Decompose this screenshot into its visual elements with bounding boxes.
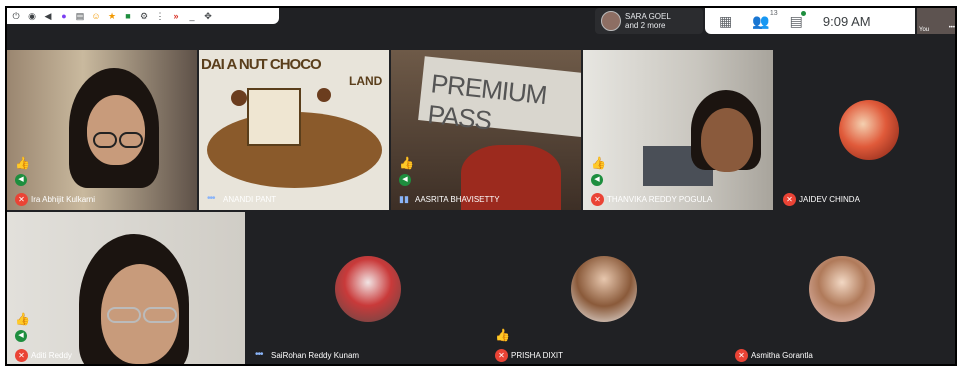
participant-face bbox=[701, 108, 753, 172]
avatar bbox=[809, 256, 875, 322]
volume-icon[interactable]: ◀ bbox=[43, 11, 53, 21]
drawing-subtitle: LAND bbox=[349, 74, 383, 88]
participant-name: SaiRohan Reddy Kunam bbox=[271, 351, 360, 360]
presenter-name: SARA GOEL bbox=[625, 12, 671, 21]
notes-icon[interactable]: ▤ bbox=[75, 11, 85, 21]
chat-icon[interactable]: ■ bbox=[123, 11, 133, 21]
flag-icon[interactable]: ★ bbox=[107, 11, 117, 21]
presenter-avatar bbox=[601, 11, 621, 31]
thumbs-up-icon: 👍 bbox=[495, 328, 510, 342]
participant-tile[interactable]: ••• SaiRohan Reddy Kunam bbox=[247, 212, 485, 364]
people-count: 13 bbox=[769, 9, 778, 17]
mic-off-icon: ✕ bbox=[783, 193, 796, 206]
participant-name: Aditi Reddy bbox=[31, 351, 72, 360]
participant-name: THANVIKA REDDY POGULA bbox=[607, 195, 713, 204]
presenter-more: and 2 more bbox=[625, 21, 666, 30]
mic-off-icon: ✕ bbox=[735, 349, 748, 362]
self-label: You bbox=[919, 27, 930, 33]
extension-icon[interactable]: ● bbox=[59, 11, 69, 21]
avatar bbox=[335, 256, 401, 322]
thumbs-up-icon: 👍 bbox=[15, 312, 30, 326]
move-icon[interactable]: ✥ bbox=[203, 11, 213, 21]
volume-icon: ◀ bbox=[399, 174, 411, 186]
grid-layout-icon[interactable]: ▦ bbox=[719, 13, 732, 30]
drawing-title: DAI A NUT CHOCO bbox=[201, 56, 322, 73]
meet-window: ⏻ ◉ ◀ ● ▤ ☺ ★ ■ ⚙ ⋮ » _ ✥ SARA GOEL and … bbox=[5, 6, 957, 366]
presenting-chip[interactable]: SARA GOEL and 2 more bbox=[595, 8, 703, 34]
chat-notification-dot bbox=[800, 10, 806, 16]
audio-level-icon: ▮▮ bbox=[399, 194, 409, 204]
thumbs-up-icon: 👍 bbox=[399, 156, 414, 170]
participant-name: Ira Abhijit Kulkarni bbox=[31, 195, 96, 204]
participant-name: ANANDI PANT bbox=[223, 195, 277, 204]
mic-off-icon: ✕ bbox=[15, 193, 28, 206]
participant-tile[interactable]: PREMIUM PASS 👍 ◀ ▮▮ AASRITA BHAVISETTY bbox=[391, 50, 581, 210]
glasses bbox=[143, 307, 177, 323]
thumbs-up-icon: 👍 bbox=[15, 156, 30, 170]
chevron-double-icon[interactable]: » bbox=[171, 11, 181, 21]
meeting-controls: ▦ 👥 13 ▤ 9:09 AM bbox=[705, 8, 915, 34]
glasses bbox=[93, 132, 117, 148]
avatar bbox=[839, 100, 899, 160]
participant-tile[interactable]: 👍 ✕ PRISHA DIXIT bbox=[487, 212, 725, 364]
thumbs-up-icon: 👍 bbox=[591, 156, 606, 170]
glasses bbox=[107, 307, 141, 323]
participant-face bbox=[87, 95, 145, 165]
participant-name: AASRITA BHAVISETTY bbox=[415, 195, 500, 204]
power-icon[interactable]: ⏻ bbox=[11, 11, 21, 21]
participant-tile[interactable]: ✕ JAIDEV CHINDA bbox=[775, 50, 955, 210]
participant-name: Asmitha Gorantla bbox=[751, 351, 813, 360]
participant-tile[interactable]: DAI A NUT CHOCO LAND ••• ANANDI PANT bbox=[199, 50, 389, 210]
extension-toolbar: ⏻ ◉ ◀ ● ▤ ☺ ★ ■ ⚙ ⋮ » _ ✥ bbox=[7, 8, 279, 24]
volume-icon: ◀ bbox=[15, 174, 27, 186]
participant-name: PRISHA DIXIT bbox=[511, 351, 564, 360]
participant-tile[interactable]: 👍 ◀ ✕ Aditi Reddy bbox=[7, 212, 245, 364]
speaking-dots-icon: ••• bbox=[255, 349, 263, 360]
mic-off-icon: ✕ bbox=[15, 349, 28, 362]
mic-off-icon: ✕ bbox=[591, 193, 604, 206]
self-view-tile[interactable]: You ••• bbox=[917, 8, 955, 34]
volume-icon: ◀ bbox=[15, 330, 27, 342]
participant-tile[interactable]: 👍 ◀ ✕ THANVIKA REDDY POGULA bbox=[583, 50, 773, 210]
nut-drawing bbox=[317, 88, 331, 102]
more-icon[interactable]: ⋮ bbox=[155, 11, 165, 21]
chat-icon[interactable]: ▤ bbox=[790, 10, 806, 30]
participant-tile[interactable]: ✕ Asmitha Gorantla bbox=[727, 212, 955, 364]
emoji-icon[interactable]: ☺ bbox=[91, 11, 101, 21]
participant-tile[interactable]: 👍 ◀ ✕ Ira Abhijit Kulkarni bbox=[7, 50, 197, 210]
meeting-clock: 9:09 AM bbox=[822, 13, 871, 29]
mic-off-icon: ✕ bbox=[495, 349, 508, 362]
people-icon[interactable]: 👥 13 bbox=[752, 10, 777, 30]
volume-icon: ◀ bbox=[591, 174, 603, 186]
nut-drawing bbox=[231, 90, 247, 106]
puzzle-icon[interactable]: ⚙ bbox=[139, 11, 149, 21]
minimize-icon[interactable]: _ bbox=[187, 11, 197, 21]
eye-icon[interactable]: ◉ bbox=[27, 11, 37, 21]
jar-drawing bbox=[247, 88, 301, 146]
speaking-dots-icon: ••• bbox=[207, 193, 215, 204]
participant-name: JAIDEV CHINDA bbox=[799, 195, 860, 204]
avatar bbox=[571, 256, 637, 322]
more-options-icon[interactable]: ••• bbox=[949, 25, 955, 31]
glasses bbox=[119, 132, 143, 148]
